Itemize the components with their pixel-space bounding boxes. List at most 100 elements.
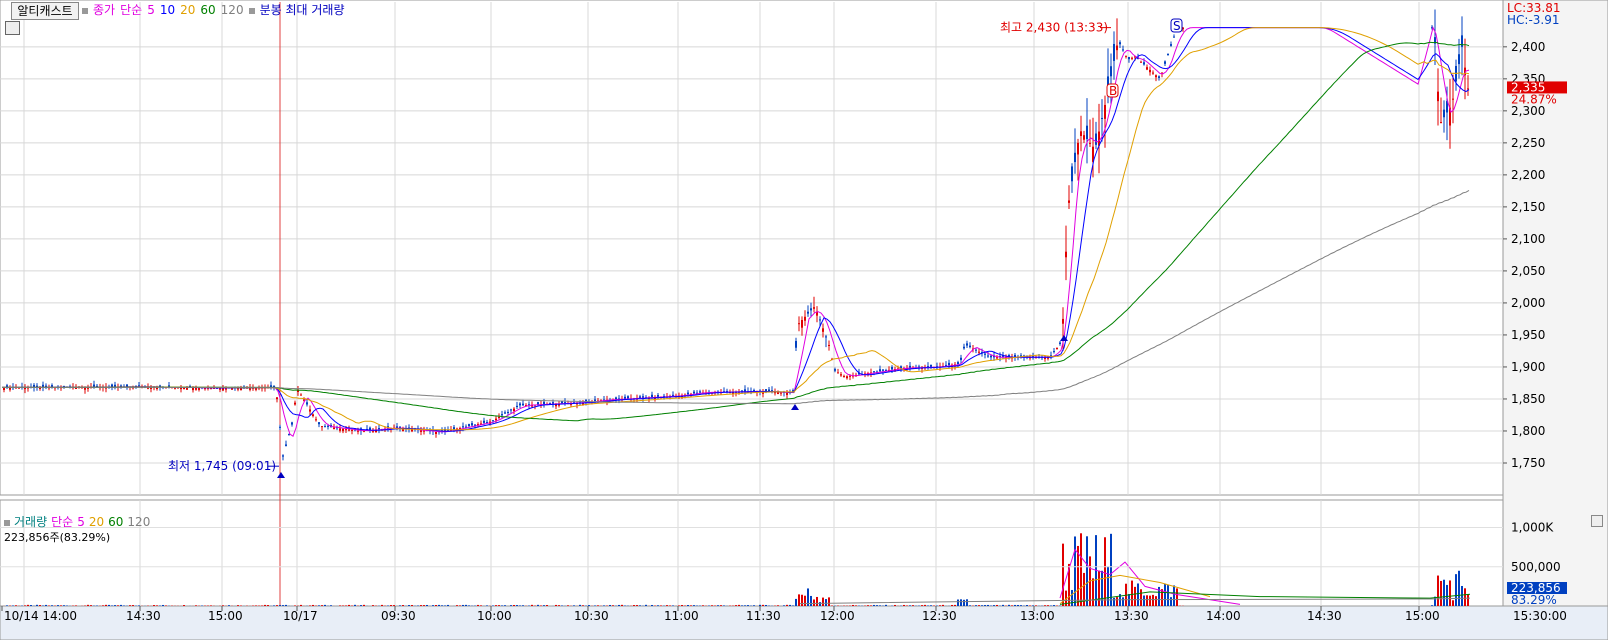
volume-bar <box>966 599 968 606</box>
candle-body <box>1452 98 1454 100</box>
volume-bar <box>228 605 230 606</box>
time-axis-label: 11:30 <box>746 609 781 623</box>
stock-name-button[interactable]: 알티캐스트 <box>11 2 79 20</box>
volume-tick-label: 500,000 <box>1511 560 1561 574</box>
candle-body <box>978 351 980 353</box>
volume-bar <box>132 605 134 606</box>
volume-bar <box>723 605 725 606</box>
volume-ma-20: 20 <box>88 515 105 529</box>
candle-body <box>492 420 494 422</box>
volume-last-value: 223,856주(83.29%) <box>4 531 111 544</box>
price-tick-label: 2,000 <box>1511 296 1545 310</box>
volume-bar <box>603 605 605 606</box>
volume-bar <box>6 605 8 606</box>
volume-bar <box>117 605 119 606</box>
volume-bar <box>876 605 878 606</box>
legend-square-icon <box>82 7 88 14</box>
close-icon[interactable] <box>1591 515 1603 527</box>
volume-bar <box>105 604 107 606</box>
volume-bar <box>486 605 488 606</box>
volume-bar <box>1047 605 1049 606</box>
candle-body <box>1146 67 1148 70</box>
volume-title: 거래량 <box>14 515 48 529</box>
candle-body <box>498 416 500 418</box>
time-axis-label: 10:30 <box>574 609 609 623</box>
volume-bar <box>1167 585 1169 606</box>
volume-bar <box>1035 605 1037 606</box>
volume-bar <box>855 605 857 606</box>
hc-label: HC:-3.91 <box>1507 13 1560 27</box>
candle-body <box>306 402 308 405</box>
legend-ma-type: 단순 <box>120 3 143 17</box>
candle-body <box>339 428 341 431</box>
candle-body <box>519 403 521 406</box>
candle-body <box>1068 200 1070 203</box>
volume-bar <box>618 604 620 606</box>
candle-body <box>333 427 335 430</box>
volume-bar <box>828 597 830 606</box>
volume-bar <box>744 605 746 606</box>
grid-icon[interactable] <box>5 21 20 35</box>
volume-bar <box>420 605 422 606</box>
candle-body <box>1122 49 1124 51</box>
candle-body <box>849 375 851 377</box>
buy-marker-label: B <box>1109 84 1117 98</box>
volume-bar <box>87 604 89 606</box>
volume-bar <box>906 605 908 606</box>
candle-body <box>1140 61 1142 63</box>
candle-body <box>1065 251 1067 258</box>
volume-bar <box>120 604 122 606</box>
candle-body <box>324 426 326 428</box>
volume-bar <box>924 604 926 606</box>
candle-body <box>819 319 821 321</box>
time-axis-label: 10/17 <box>283 609 318 623</box>
price-tick-label: 1,800 <box>1511 424 1545 438</box>
current-change-label: 24.87% <box>1511 92 1557 106</box>
volume-bar <box>681 605 683 606</box>
candle-body <box>1437 91 1439 102</box>
candle-body <box>348 429 350 431</box>
candle-body <box>1143 62 1145 65</box>
volume-bar <box>300 604 302 606</box>
candle-body <box>1062 318 1064 324</box>
legend-ma-10: 10 <box>159 3 176 17</box>
volume-bar <box>1446 584 1448 606</box>
price-tick-label: 1,900 <box>1511 360 1545 374</box>
price-tick-label: 2,050 <box>1511 264 1545 278</box>
price-legend: 종가 단순 5 10 20 60 120 분봉 최대 거래량 <box>82 2 350 18</box>
candle-body <box>294 402 296 405</box>
volume-bar <box>1143 595 1145 606</box>
candle-body <box>1467 88 1469 90</box>
candle-body <box>435 431 437 434</box>
volume-bar <box>1137 583 1139 606</box>
candle-body <box>957 362 959 365</box>
volume-bar <box>282 605 284 606</box>
volume-bar <box>1176 588 1178 606</box>
volume-bar <box>27 604 29 606</box>
candle-body <box>507 411 509 413</box>
candle-body <box>1071 166 1073 182</box>
candle-body <box>798 323 800 325</box>
volume-bar <box>720 605 722 606</box>
volume-bar <box>903 604 905 606</box>
candle-body <box>975 349 977 351</box>
candle-body <box>627 396 629 399</box>
volume-bar <box>960 599 962 606</box>
volume-bar <box>240 605 242 606</box>
volume-bar <box>156 605 158 606</box>
volume-bar <box>954 604 956 606</box>
candle-body <box>828 344 830 346</box>
candle-body <box>1077 142 1079 155</box>
volume-bar <box>873 604 875 606</box>
volume-bar <box>951 604 953 606</box>
volume-bar <box>15 605 17 606</box>
volume-bar <box>789 604 791 606</box>
candle-body <box>777 392 779 395</box>
candle-body <box>1173 36 1175 38</box>
candle-body <box>930 364 932 368</box>
volume-bar <box>819 602 821 606</box>
time-axis-label: 15:00 <box>208 609 243 623</box>
volume-bar <box>75 605 77 606</box>
high-annotation: 최고 2,430 (13:33) <box>1000 21 1108 35</box>
volume-bar <box>462 604 464 606</box>
